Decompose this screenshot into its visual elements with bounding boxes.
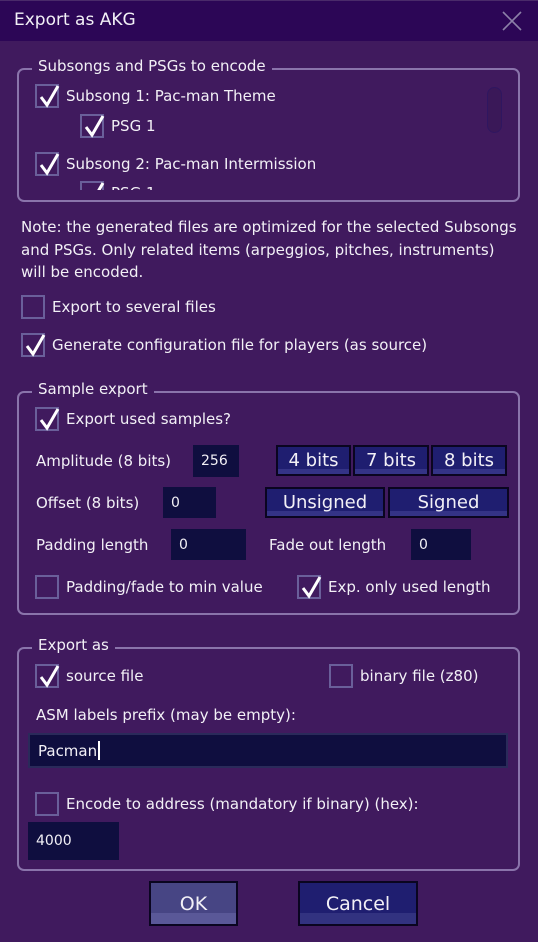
subsongs-list[interactable]: Subsong 1: Pac-man Theme PSG 1 Subsong 2… — [0, 80, 538, 190]
subsong-2-item[interactable]: Subsong 2: Pac-man Intermission — [35, 152, 316, 176]
export-several-files-checkbox[interactable] — [21, 295, 45, 319]
sample-export-group-label: Sample export — [32, 380, 154, 398]
subsong-1-psg-1-checkbox[interactable] — [80, 114, 105, 138]
subsongs-scrollbar[interactable] — [487, 87, 502, 133]
export-used-samples-option[interactable]: Export used samples? — [35, 407, 231, 431]
note-text: Note: the generated files are optimized … — [21, 218, 517, 281]
window-title: Export as AKG — [14, 10, 136, 30]
amplitude-input[interactable]: 256 — [193, 445, 239, 477]
generate-config-option[interactable]: Generate configuration file for players … — [21, 333, 427, 357]
offset-label: Offset (8 bits) — [36, 494, 140, 512]
title-bar: Export as AKG — [0, 0, 538, 41]
subsongs-group-label: Subsongs and PSGs to encode — [32, 57, 272, 75]
padding-fade-min-option[interactable]: Padding/fade to min value — [35, 575, 263, 599]
signed-button[interactable]: Signed — [388, 487, 509, 518]
export-several-files-option[interactable]: Export to several files — [21, 295, 216, 319]
fade-out-length-input[interactable]: 0 — [411, 529, 471, 560]
ok-button[interactable]: OK — [149, 881, 238, 926]
7-bits-button[interactable]: 7 bits — [353, 445, 429, 476]
export-only-used-length-label: Exp. only used length — [328, 578, 491, 596]
fade-out-length-label: Fade out length — [269, 536, 387, 554]
encode-address-option[interactable]: Encode to address (mandatory if binary) … — [35, 792, 419, 816]
padding-fade-min-checkbox[interactable] — [35, 575, 59, 599]
text-cursor — [98, 741, 101, 760]
offset-input[interactable]: 0 — [163, 487, 216, 518]
subsong-1-psg-1-label: PSG 1 — [111, 117, 156, 135]
padding-length-input[interactable]: 0 — [171, 529, 246, 560]
subsong-1-checkbox[interactable] — [35, 84, 60, 108]
binary-file-label: binary file (z80) — [360, 667, 479, 685]
export-only-used-length-option[interactable]: Exp. only used length — [297, 575, 491, 599]
subsong-2-label: Subsong 2: Pac-man Intermission — [66, 155, 317, 173]
source-file-label: source file — [66, 667, 144, 685]
binary-file-option[interactable]: binary file (z80) — [329, 664, 478, 688]
export-used-samples-label: Export used samples? — [66, 410, 232, 428]
generate-config-checkbox[interactable] — [21, 333, 46, 357]
asm-prefix-input[interactable]: Pacman — [28, 733, 508, 768]
subsong-1-psg-1-item[interactable]: PSG 1 — [80, 114, 156, 138]
close-icon[interactable] — [500, 9, 524, 33]
subsong-2-checkbox[interactable] — [35, 152, 60, 176]
encode-address-checkbox[interactable] — [35, 792, 59, 816]
export-as-group-label: Export as — [32, 636, 115, 654]
subsong-2-psg-1-label: PSG 1 — [111, 184, 156, 190]
address-input[interactable]: 4000 — [28, 822, 119, 860]
subsong-2-psg-1-checkbox[interactable] — [80, 181, 105, 190]
cancel-button[interactable]: Cancel — [298, 881, 418, 926]
encode-address-label: Encode to address (mandatory if binary) … — [66, 795, 419, 813]
padding-length-label: Padding length — [36, 536, 149, 554]
subsong-2-psg-1-item[interactable]: PSG 1 — [80, 181, 156, 190]
4-bits-button[interactable]: 4 bits — [276, 445, 351, 476]
generate-config-label: Generate configuration file for players … — [52, 336, 428, 354]
unsigned-button[interactable]: Unsigned — [265, 487, 385, 518]
source-file-option[interactable]: source file — [35, 664, 143, 688]
binary-file-checkbox[interactable] — [329, 664, 353, 688]
asm-prefix-label: ASM labels prefix (may be empty): — [36, 706, 296, 724]
8-bits-button[interactable]: 8 bits — [431, 445, 507, 476]
export-several-files-label: Export to several files — [52, 298, 216, 316]
amplitude-label: Amplitude (8 bits) — [36, 452, 172, 470]
padding-fade-min-label: Padding/fade to min value — [66, 578, 263, 596]
subsong-1-label: Subsong 1: Pac-man Theme — [66, 87, 276, 105]
subsong-1-item[interactable]: Subsong 1: Pac-man Theme — [35, 84, 276, 108]
export-used-samples-checkbox[interactable] — [35, 407, 60, 431]
source-file-checkbox[interactable] — [35, 664, 60, 688]
asm-prefix-value: Pacman — [38, 741, 98, 760]
export-only-used-length-checkbox[interactable] — [297, 575, 322, 599]
